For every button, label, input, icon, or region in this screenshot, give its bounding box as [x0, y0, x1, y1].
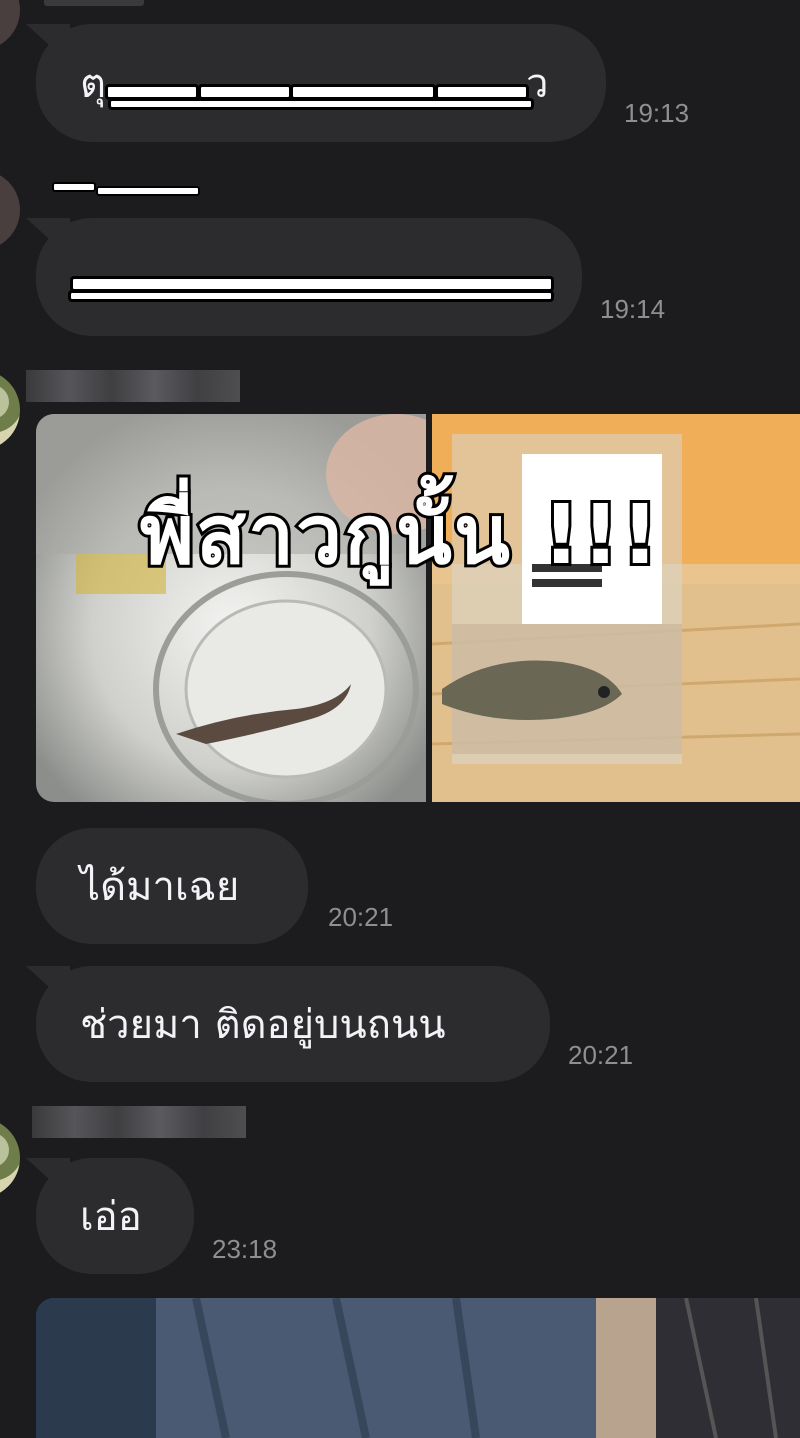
message-text-5: เอ่อ [80, 1194, 142, 1240]
message-bubble-4[interactable]: ช่วยมา ติดอยู่บนถนน [26, 966, 550, 1082]
image-caption-overlay: พี่สาวกูนั้น !!! [137, 485, 662, 586]
message-time-2: 19:14 [600, 294, 666, 324]
message-time-3: 20:21 [328, 902, 394, 932]
message-bubble-3[interactable]: ได้มาเฉย [36, 828, 308, 944]
sender-name-redacted-2b [96, 186, 200, 196]
sender-name-blurred-4 [32, 1106, 246, 1138]
avatar-4[interactable] [0, 1118, 20, 1198]
photo-3-graphic [36, 1298, 800, 1438]
photo-bottom-partial[interactable] [36, 1298, 800, 1438]
message-bubble-5[interactable]: เอ่อ [26, 1158, 194, 1274]
message-time-5: 23:18 [212, 1234, 278, 1264]
message-bubble-1[interactable]: ตุ ว [26, 24, 606, 142]
sender-name-redacted-2a [52, 182, 96, 192]
redaction-mark-5 [108, 98, 534, 110]
avatar-2[interactable] [0, 170, 20, 250]
avatar-1[interactable] [0, 0, 20, 50]
sender-name-blurred-3 [26, 370, 240, 402]
redaction-mark-7 [68, 290, 554, 302]
message-text-1: ตุ [80, 61, 106, 107]
message-time-1: 19:13 [624, 98, 690, 128]
message-text-4: ช่วยมา ติดอยู่บนถนน [80, 1002, 446, 1048]
message-text-3: ได้มาเฉย [80, 864, 240, 910]
avatar-3[interactable] [0, 370, 20, 450]
sender-name-redacted-top [44, 0, 144, 6]
message-time-4: 20:21 [568, 1040, 634, 1070]
